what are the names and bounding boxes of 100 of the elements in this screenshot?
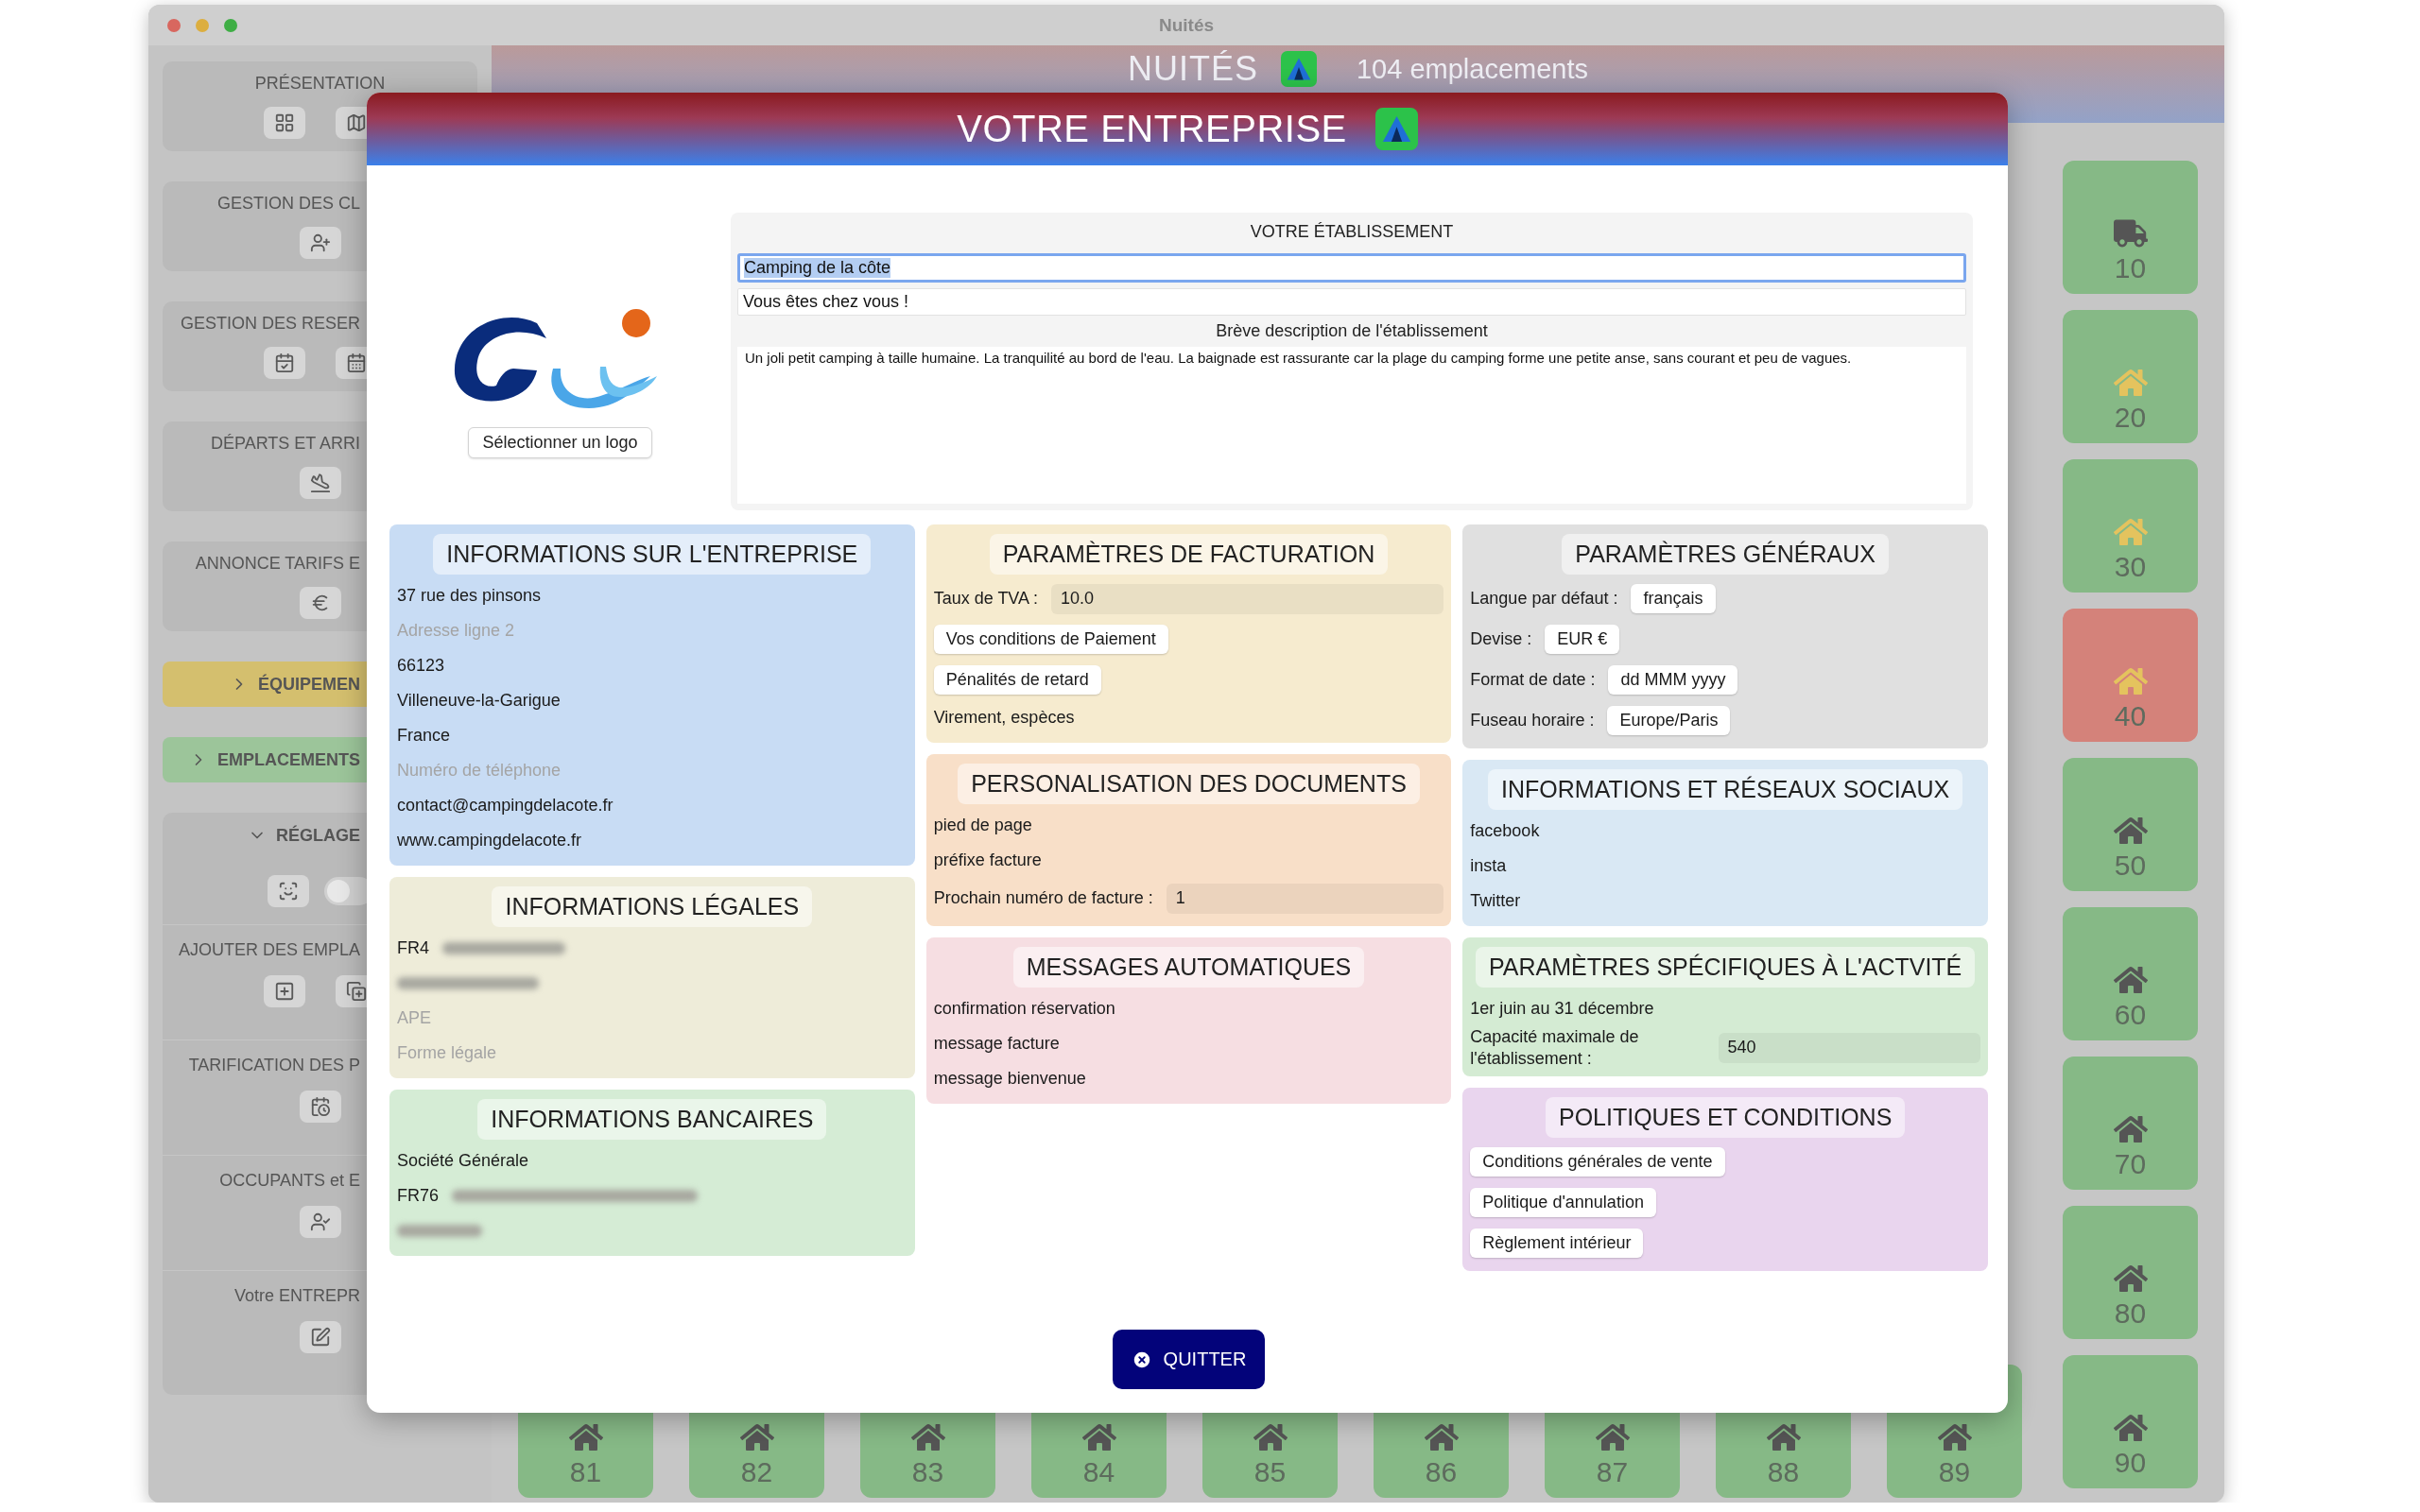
plane-icon xyxy=(309,472,331,493)
pitch-number: 84 xyxy=(1082,1456,1115,1488)
scan-icon xyxy=(277,881,299,902)
calendar-clock-button[interactable] xyxy=(299,1091,341,1123)
pitch-number: 83 xyxy=(911,1456,944,1488)
field-label: Format de date : xyxy=(1470,669,1596,691)
quit-button[interactable]: QUITTER xyxy=(1113,1330,1265,1389)
scan-button[interactable] xyxy=(267,875,309,907)
card-title: INFORMATIONS SUR L'ENTREPRISE xyxy=(433,534,872,575)
user-add-button[interactable] xyxy=(299,227,341,259)
text-field[interactable]: contact@campingdelacote.fr xyxy=(397,796,908,816)
text-field[interactable]: confirmation réservation xyxy=(933,999,1444,1019)
pitch-number: 80 xyxy=(2114,1297,2147,1330)
pitch-number: 10 xyxy=(2114,252,2147,284)
pitch-count: 104 emplacements xyxy=(1357,53,1588,86)
grid-icon xyxy=(273,112,295,133)
text-field[interactable]: Société Générale xyxy=(397,1151,908,1171)
pitch-number: 40 xyxy=(2114,700,2147,732)
add-button[interactable] xyxy=(263,975,305,1007)
app-title: NUITÉS xyxy=(1127,51,1258,87)
section-title: OCCUPANTS et E xyxy=(219,1171,360,1191)
card-title: MESSAGES AUTOMATIQUES xyxy=(1012,947,1365,988)
pitch-number: 87 xyxy=(1596,1456,1629,1488)
section-title: PRÉSENTATION xyxy=(254,74,386,94)
card-title: PARAMÈTRES DE FACTURATION xyxy=(989,534,1389,575)
pitch-number: 88 xyxy=(1767,1456,1800,1488)
text-field[interactable]: APE xyxy=(397,1008,908,1028)
card-title: POLITIQUES ET CONDITIONS xyxy=(1545,1097,1906,1138)
add-icon xyxy=(273,981,295,1002)
field-text: FR4 xyxy=(397,938,429,958)
user-add-icon xyxy=(309,232,331,253)
popup-button[interactable]: Europe/Paris xyxy=(1607,706,1731,735)
euro-button[interactable] xyxy=(299,587,341,619)
tent-icon xyxy=(1374,108,1418,150)
calendar-icon xyxy=(345,352,367,373)
text-field[interactable]: préfixe facture xyxy=(933,850,1444,870)
select-logo-button[interactable]: Sélectionner un logo xyxy=(468,427,652,458)
document-button[interactable]: Conditions générales de vente xyxy=(1470,1147,1725,1177)
pitch-number: 81 xyxy=(569,1456,602,1488)
user-check-icon xyxy=(309,1211,331,1232)
tent-icon xyxy=(1281,51,1317,87)
popup-button[interactable]: EUR € xyxy=(1545,625,1620,654)
field-label: Capacité maximale de l'établissement : xyxy=(1470,1026,1640,1069)
pitch-number: 60 xyxy=(2114,999,2147,1031)
pitch-number: 70 xyxy=(2114,1148,2147,1180)
document-button[interactable]: Règlement intérieur xyxy=(1470,1228,1644,1258)
text-field[interactable]: message bienvenue xyxy=(933,1069,1444,1089)
text-field[interactable]: Adresse ligne 2 xyxy=(397,621,908,641)
field-label: Taux de TVA : xyxy=(933,588,1039,610)
text-field[interactable]: insta xyxy=(1470,856,1980,876)
card-title: PERSONALISATION DES DOCUMENTS xyxy=(958,764,1420,804)
document-button[interactable]: Pénalités de retard xyxy=(933,665,1101,695)
text-field[interactable]: 1er juin au 31 décembre xyxy=(1470,999,1980,1019)
user-check-button[interactable] xyxy=(299,1206,341,1238)
popup-button[interactable]: français xyxy=(1631,584,1716,613)
text-field[interactable]: pied de page xyxy=(933,816,1444,835)
edit-button[interactable] xyxy=(299,1321,341,1353)
field-label: Prochain numéro de facture : xyxy=(933,887,1153,909)
document-button[interactable]: Politique d'annulation xyxy=(1470,1188,1656,1217)
window-title: Nuités xyxy=(1158,14,1215,36)
section-title: GESTION DES RESER xyxy=(180,314,360,334)
calendar-check-button[interactable] xyxy=(263,347,305,379)
pitch-number: 20 xyxy=(2114,402,2147,434)
slogan-field[interactable]: Vous êtes chez vous ! xyxy=(737,288,1966,316)
card-title: INFORMATIONS ET RÉSEAUX SOCIAUX xyxy=(1488,769,1963,810)
text-field[interactable]: 37 rue des pinsons xyxy=(397,586,908,606)
copy-add-icon xyxy=(345,981,367,1002)
plane-button[interactable] xyxy=(299,467,341,499)
field-text: FR76 xyxy=(397,1186,439,1206)
text-field[interactable]: Twitter xyxy=(1470,891,1980,911)
text-field[interactable]: www.campingdelacote.fr xyxy=(397,831,908,850)
map-icon xyxy=(345,112,367,133)
calendar-clock-icon xyxy=(309,1096,331,1117)
text-field[interactable]: message facture xyxy=(933,1034,1444,1054)
card-title: PARAMÈTRES SPÉCIFIQUES À L'ACTVITÉ xyxy=(1476,947,1976,988)
text-field[interactable]: facebook xyxy=(1470,821,1980,841)
document-button[interactable]: Vos conditions de Paiement xyxy=(933,625,1168,654)
description-label: Brève description de l'établissement xyxy=(1216,321,1488,341)
pitch-number: 82 xyxy=(740,1456,773,1488)
section-title: GESTION DES CL xyxy=(216,194,360,214)
pitch-number: 90 xyxy=(2114,1447,2147,1479)
pitch-number: 50 xyxy=(2114,850,2147,882)
field-label: Devise : xyxy=(1470,628,1532,650)
close-icon xyxy=(1131,1349,1152,1370)
section-title: TARIFICATION DES P xyxy=(188,1056,360,1075)
name-field[interactable]: Camping de la côte xyxy=(737,253,1966,283)
popup-button[interactable]: dd MMM yyyy xyxy=(1608,665,1738,695)
card-title: PARAMÈTRES GÉNÉRAUX xyxy=(1562,534,1889,575)
pitch-number: 85 xyxy=(1253,1456,1287,1488)
section-title: ANNONCE TARIFS E xyxy=(195,554,360,574)
calendar-check-icon xyxy=(273,352,295,373)
text-field[interactable]: Virement, espèces xyxy=(933,708,1444,728)
text-field[interactable]: Forme légale xyxy=(397,1043,908,1063)
description-field[interactable]: Un joli petit camping à taille humaine. La tranquilité au bord de l'eau. La baignade est rassurante car la plage du camping forme une petite anse, sans courant et peu de vagues. xyxy=(737,347,1966,504)
edit-icon xyxy=(309,1327,331,1348)
card-title: INFORMATIONS LÉGALES xyxy=(492,886,813,927)
section-title: Votre ENTREPR xyxy=(233,1286,360,1306)
panel-title: VOTRE ÉTABLISSEMENT xyxy=(1250,222,1454,242)
grid-button[interactable] xyxy=(263,107,305,139)
pitch-number: 86 xyxy=(1425,1456,1458,1488)
